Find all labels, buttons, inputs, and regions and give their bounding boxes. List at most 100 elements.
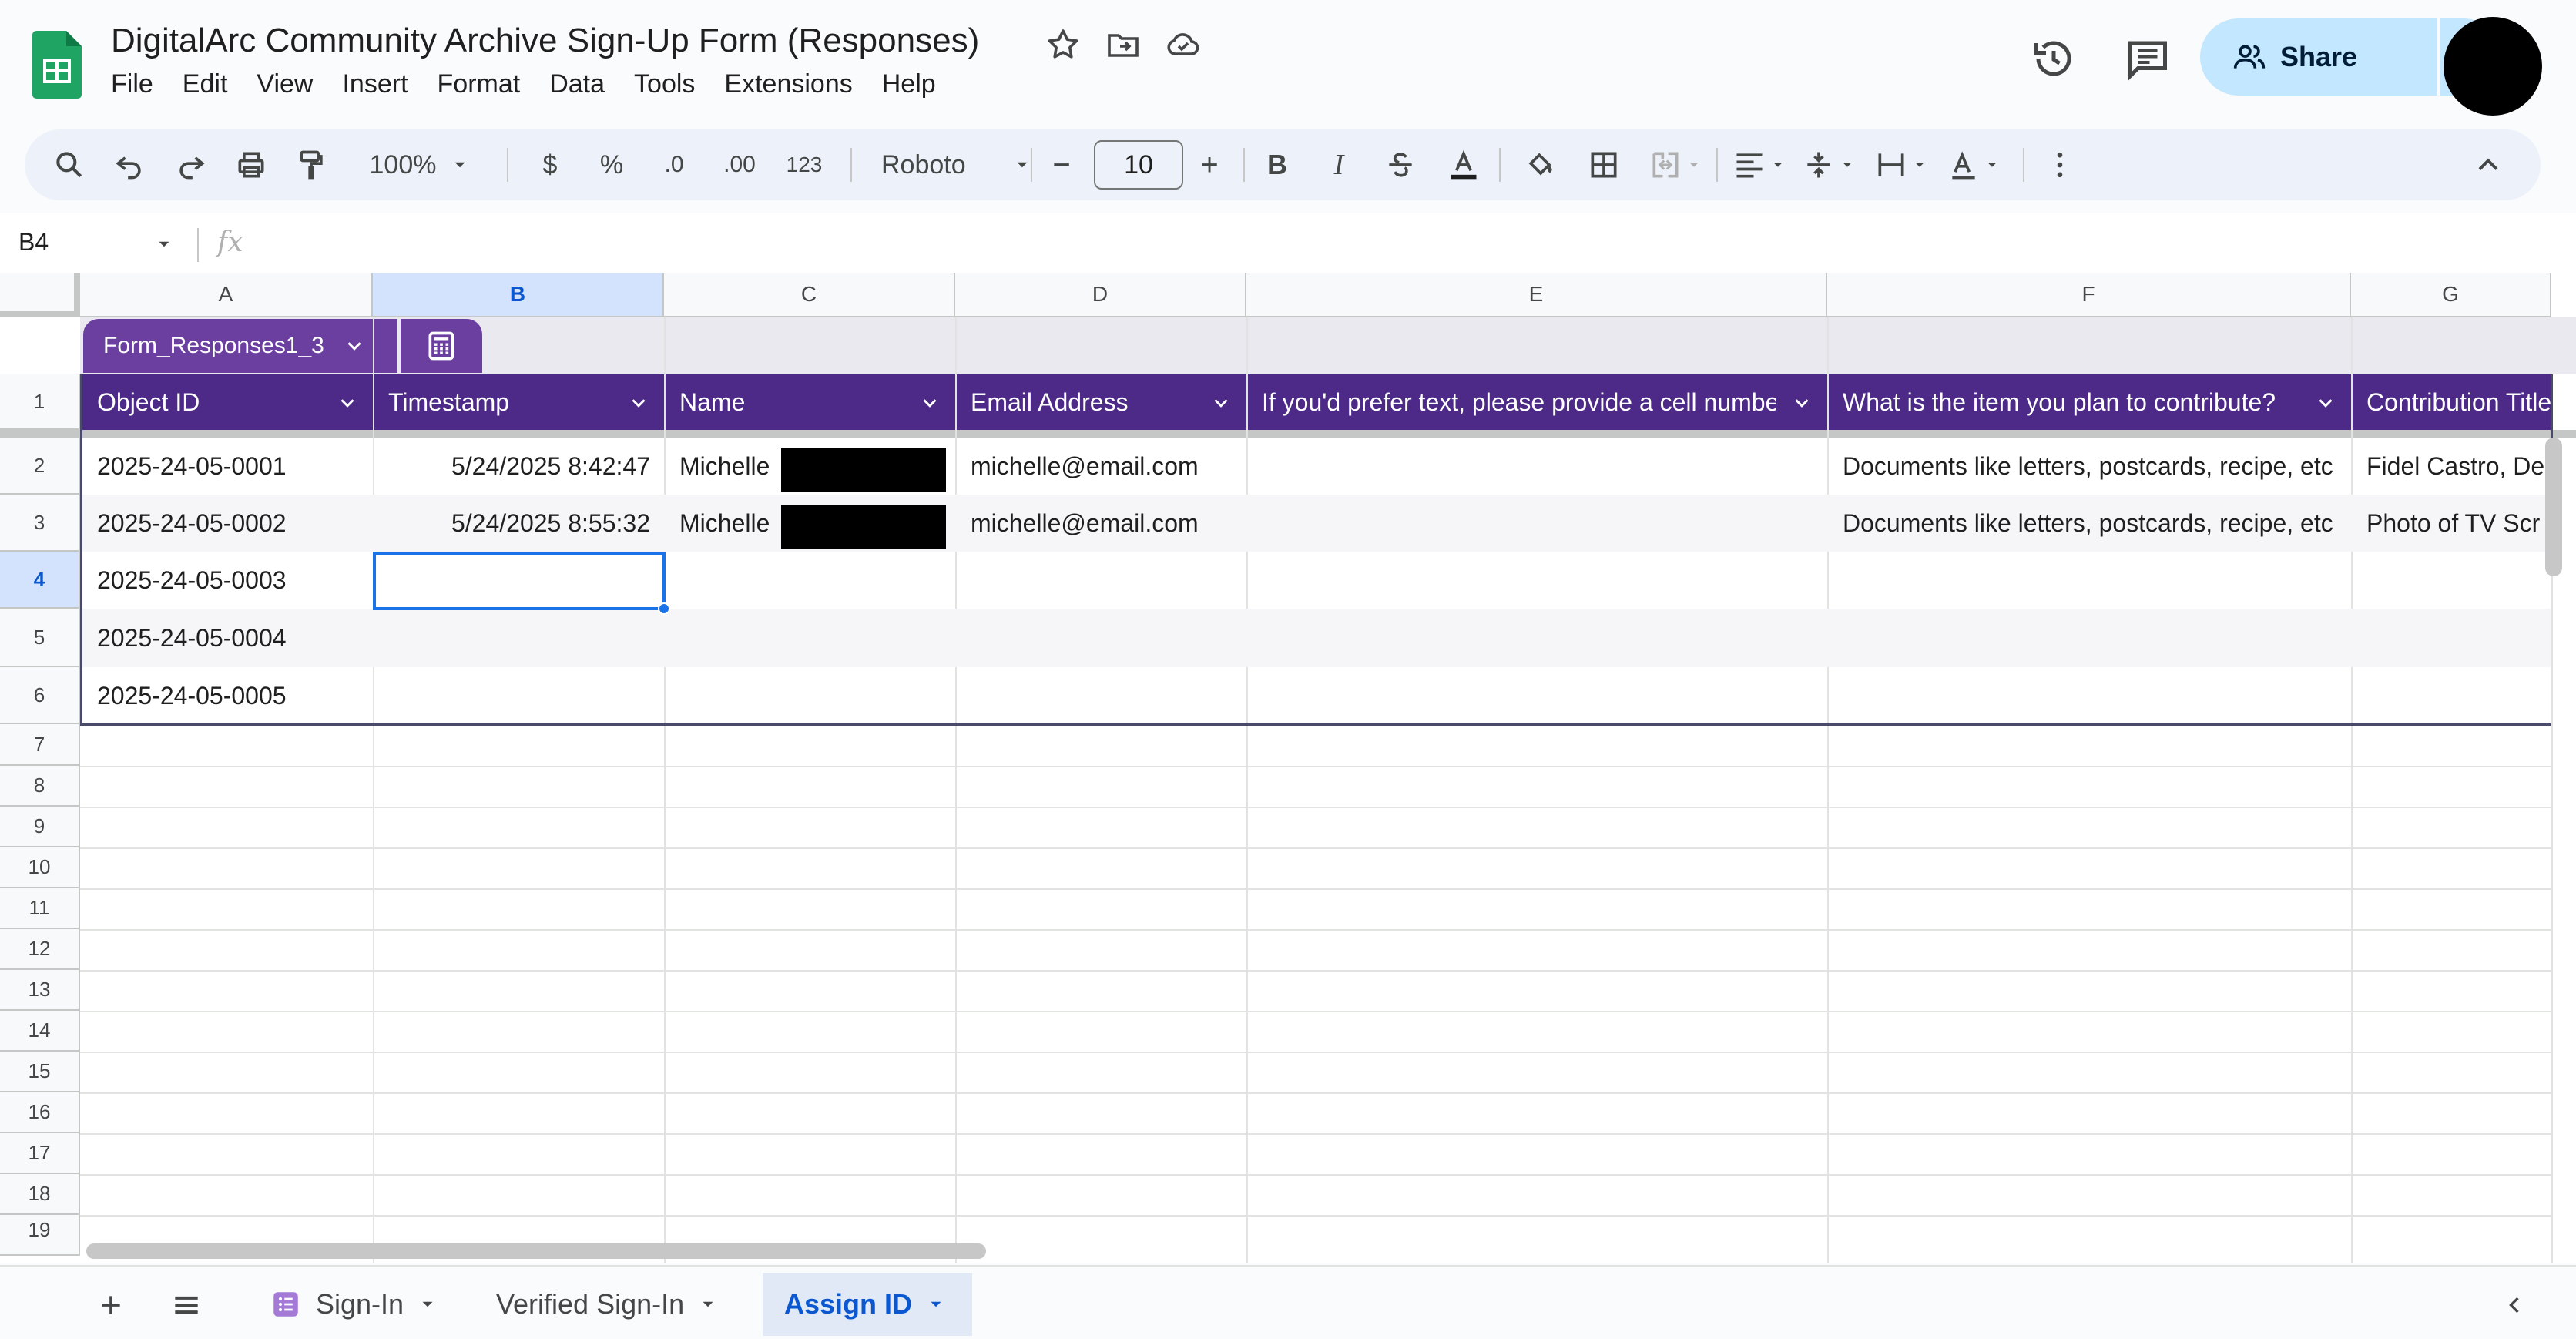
percent-format-button[interactable]: % (589, 129, 635, 200)
row-header-4[interactable]: 4 (0, 552, 80, 609)
column-header-e[interactable]: E (1246, 273, 1827, 317)
row-header-7[interactable]: 7 (0, 724, 80, 766)
merge-cells-button[interactable] (1642, 129, 1709, 200)
menu-file[interactable]: File (111, 69, 153, 99)
move-folder-icon[interactable] (1105, 26, 1142, 63)
row-header-1[interactable]: 1 (0, 374, 80, 430)
sheet-tab-sign-in[interactable]: Sign-In (248, 1273, 459, 1336)
horizontal-align-button[interactable] (1724, 129, 1795, 200)
explore-collapse-button[interactable] (2493, 1284, 2536, 1327)
font-size-input[interactable]: 10 (1094, 140, 1183, 190)
cell-f2[interactable]: Documents like letters, postcards, recip… (1827, 438, 2351, 495)
caret-down-icon[interactable] (926, 1294, 946, 1314)
account-avatar[interactable] (2444, 17, 2542, 116)
text-color-button[interactable] (1439, 129, 1488, 200)
cell-f3[interactable]: Documents like letters, postcards, recip… (1827, 495, 2351, 552)
zoom-select[interactable]: 100% (362, 129, 478, 200)
row-header-11[interactable]: 11 (0, 888, 80, 929)
row-header-8[interactable]: 8 (0, 766, 80, 807)
cell-a3[interactable]: 2025-24-05-0002 (82, 495, 373, 552)
star-icon[interactable] (1045, 26, 1082, 63)
print-button[interactable] (228, 129, 274, 200)
document-title[interactable]: DigitalArc Community Archive Sign-Up For… (111, 22, 979, 60)
cell-d3[interactable]: michelle@email.com (955, 495, 1246, 552)
collapse-menus-button[interactable] (2465, 129, 2511, 200)
row-header-5[interactable]: 5 (0, 609, 80, 667)
increase-font-size-button[interactable]: + (1186, 129, 1233, 200)
cell-e3[interactable] (1246, 495, 1827, 552)
search-menus-button[interactable] (46, 129, 92, 200)
cell-b3[interactable]: 5/24/2025 8:55:32 (373, 495, 664, 552)
table-name-tab[interactable]: Form_Responses1_3 (83, 319, 397, 373)
row-header-16[interactable]: 16 (0, 1092, 80, 1133)
caret-down-icon[interactable] (698, 1294, 718, 1314)
table-calc-button[interactable] (401, 319, 482, 373)
row-header-18[interactable]: 18 (0, 1174, 80, 1215)
more-options-button[interactable] (2037, 129, 2083, 200)
currency-format-button[interactable]: $ (527, 129, 573, 200)
all-sheets-button[interactable] (165, 1284, 208, 1327)
menu-edit[interactable]: Edit (183, 69, 228, 99)
row-header-17[interactable]: 17 (0, 1133, 80, 1174)
name-box[interactable]: B4 (18, 228, 49, 257)
fill-color-button[interactable] (1516, 129, 1565, 200)
column-header-b[interactable]: B (373, 273, 664, 317)
more-formats-button[interactable]: 123 (773, 129, 835, 200)
cell-g3[interactable]: Photo of TV Scr (2351, 495, 2550, 552)
redo-button[interactable] (168, 129, 214, 200)
menu-extensions[interactable]: Extensions (724, 69, 852, 99)
menu-help[interactable]: Help (882, 69, 936, 99)
increase-decimal-button[interactable]: .00 (709, 129, 770, 200)
text-wrapping-button[interactable] (1866, 129, 1937, 200)
borders-button[interactable] (1579, 129, 1628, 200)
sheet-tab-verified-sign-in[interactable]: Verified Sign-In (475, 1273, 740, 1336)
column-header-f[interactable]: F (1827, 273, 2351, 317)
column-header-a[interactable]: A (80, 273, 373, 317)
bold-button[interactable]: B (1254, 129, 1300, 200)
row-header-10[interactable]: 10 (0, 847, 80, 888)
undo-button[interactable] (106, 129, 153, 200)
select-all-corner[interactable] (0, 273, 80, 317)
version-history-icon[interactable] (2031, 35, 2077, 82)
vertical-align-button[interactable] (1793, 129, 1864, 200)
cell-b2[interactable]: 5/24/2025 8:42:47 (373, 438, 664, 495)
menu-format[interactable]: Format (438, 69, 521, 99)
column-header-g[interactable]: G (2351, 273, 2551, 317)
fill-handle[interactable] (658, 602, 670, 615)
row-header-9[interactable]: 9 (0, 807, 80, 847)
row-header-15[interactable]: 15 (0, 1052, 80, 1092)
cell-d2[interactable]: michelle@email.com (955, 438, 1246, 495)
row-header-13[interactable]: 13 (0, 970, 80, 1011)
decrease-font-size-button[interactable]: − (1038, 129, 1085, 200)
horizontal-scrollbar[interactable] (86, 1243, 986, 1259)
cell-g2[interactable]: Fidel Castro, De (2351, 438, 2550, 495)
spreadsheet-grid[interactable]: A B C D E F G Form_Responses1_3 Object I… (0, 273, 2576, 1263)
caret-down-icon[interactable] (154, 234, 174, 254)
menu-view[interactable]: View (257, 69, 313, 99)
italic-button[interactable]: I (1316, 129, 1362, 200)
sheets-logo-icon[interactable] (32, 31, 82, 99)
cloud-saved-icon[interactable] (1165, 26, 1202, 63)
active-cell-b4[interactable] (373, 552, 666, 610)
sheet-tab-assign-id[interactable]: Assign ID (763, 1273, 972, 1336)
menu-insert[interactable]: Insert (342, 69, 408, 99)
decrease-decimal-button[interactable]: .0 (649, 129, 699, 200)
row-header-12[interactable]: 12 (0, 929, 80, 970)
cell-a4[interactable]: 2025-24-05-0003 (82, 552, 373, 609)
font-select[interactable]: Roboto (857, 129, 1041, 200)
row-header-2[interactable]: 2 (0, 438, 80, 495)
row-header-6[interactable]: 6 (0, 667, 80, 724)
vertical-scrollbar[interactable] (2545, 438, 2562, 576)
cell-e2[interactable] (1246, 438, 1827, 495)
row-header-14[interactable]: 14 (0, 1011, 80, 1052)
column-header-c[interactable]: C (664, 273, 955, 317)
cell-a6[interactable]: 2025-24-05-0005 (82, 667, 373, 724)
row-header-3[interactable]: 3 (0, 495, 80, 552)
menu-tools[interactable]: Tools (634, 69, 695, 99)
paint-format-button[interactable] (288, 129, 334, 200)
comments-icon[interactable] (2125, 35, 2171, 82)
add-sheet-button[interactable] (89, 1284, 132, 1327)
cell-a2[interactable]: 2025-24-05-0001 (82, 438, 373, 495)
share-button[interactable]: Share (2200, 18, 2437, 96)
row-header-19[interactable]: 19 (0, 1215, 80, 1256)
